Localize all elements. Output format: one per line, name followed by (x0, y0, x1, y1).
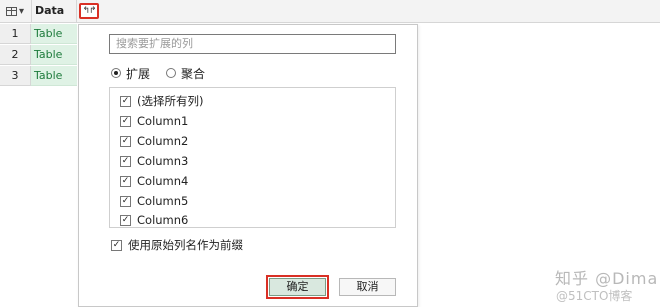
checkbox-label: Column5 (137, 194, 189, 208)
checkbox[interactable]: ✓ (120, 195, 131, 207)
grid-header-row: ▾ Data ↰↱ (0, 0, 660, 23)
column-header-data[interactable]: Data (31, 0, 77, 22)
checkbox[interactable]: ✓ (120, 175, 131, 187)
table-icon (5, 6, 17, 16)
checkbox-column2[interactable]: ✓ Column2 (120, 132, 188, 150)
expand-columns-dialog: 搜索要扩展的列 扩展 聚合 ✓ (选择所有列) ✓ Column1 ✓ Colu… (78, 24, 418, 307)
checkbox[interactable]: ✓ (120, 155, 131, 167)
checkbox-select-all[interactable]: ✓ (选择所有列) (120, 92, 203, 110)
checkbox[interactable]: ✓ (120, 214, 131, 226)
checkbox-label: Column2 (137, 134, 189, 148)
row-number: 1 (0, 24, 31, 44)
row-number: 3 (0, 66, 31, 86)
expand-column-button[interactable]: ↰↱ (79, 3, 99, 19)
radio-button[interactable] (166, 68, 177, 78)
column-checklist: ✓ (选择所有列) ✓ Column1 ✓ Column2 ✓ Column3 … (109, 87, 396, 228)
checkbox-use-prefix[interactable]: ✓ 使用原始列名作为前缀 (111, 236, 243, 254)
checkbox-column6[interactable]: ✓ Column6 (120, 211, 188, 229)
mode-radio-group: 扩展 聚合 (111, 65, 221, 81)
checkbox-label: Column3 (137, 154, 189, 168)
radio-aggregate[interactable]: 聚合 (166, 65, 205, 82)
radio-button-selected[interactable] (111, 68, 121, 78)
radio-label: 聚合 (181, 66, 206, 81)
cancel-button[interactable]: 取消 (339, 278, 396, 296)
checkbox-label: (选择所有列) (137, 94, 204, 108)
checkbox-column5[interactable]: ✓ Column5 (120, 192, 188, 210)
watermark-zhihu: 知乎 @Dima (555, 269, 659, 288)
table-cell[interactable]: Table (31, 45, 77, 65)
checkbox-label: Column1 (137, 114, 189, 128)
checkbox-column3[interactable]: ✓ Column3 (120, 152, 188, 170)
checkbox-column1[interactable]: ✓ Column1 (120, 112, 188, 130)
radio-label: 扩展 (126, 66, 151, 81)
chevron-down-icon: ▾ (18, 5, 25, 17)
radio-expand[interactable]: 扩展 (111, 65, 150, 82)
search-input[interactable]: 搜索要扩展的列 (109, 34, 396, 54)
table-menu-button[interactable]: ▾ (1, 2, 29, 20)
table-cell[interactable]: Table (31, 66, 77, 86)
checkbox-label: 使用原始列名作为前缀 (128, 238, 243, 252)
checkbox[interactable]: ✓ (120, 135, 131, 147)
checkbox[interactable]: ✓ (120, 115, 131, 127)
watermark-51cto: @51CTO博客 (556, 289, 633, 303)
checkbox-column4[interactable]: ✓ Column4 (120, 172, 188, 190)
checkbox-label: Column4 (137, 174, 189, 188)
table-cell[interactable]: Table (31, 24, 77, 44)
row-number: 2 (0, 45, 31, 65)
checkbox-label: Column6 (137, 213, 189, 227)
checkbox[interactable]: ✓ (120, 95, 131, 107)
checkbox[interactable]: ✓ (111, 239, 122, 251)
ok-button[interactable]: 确定 (266, 275, 329, 299)
